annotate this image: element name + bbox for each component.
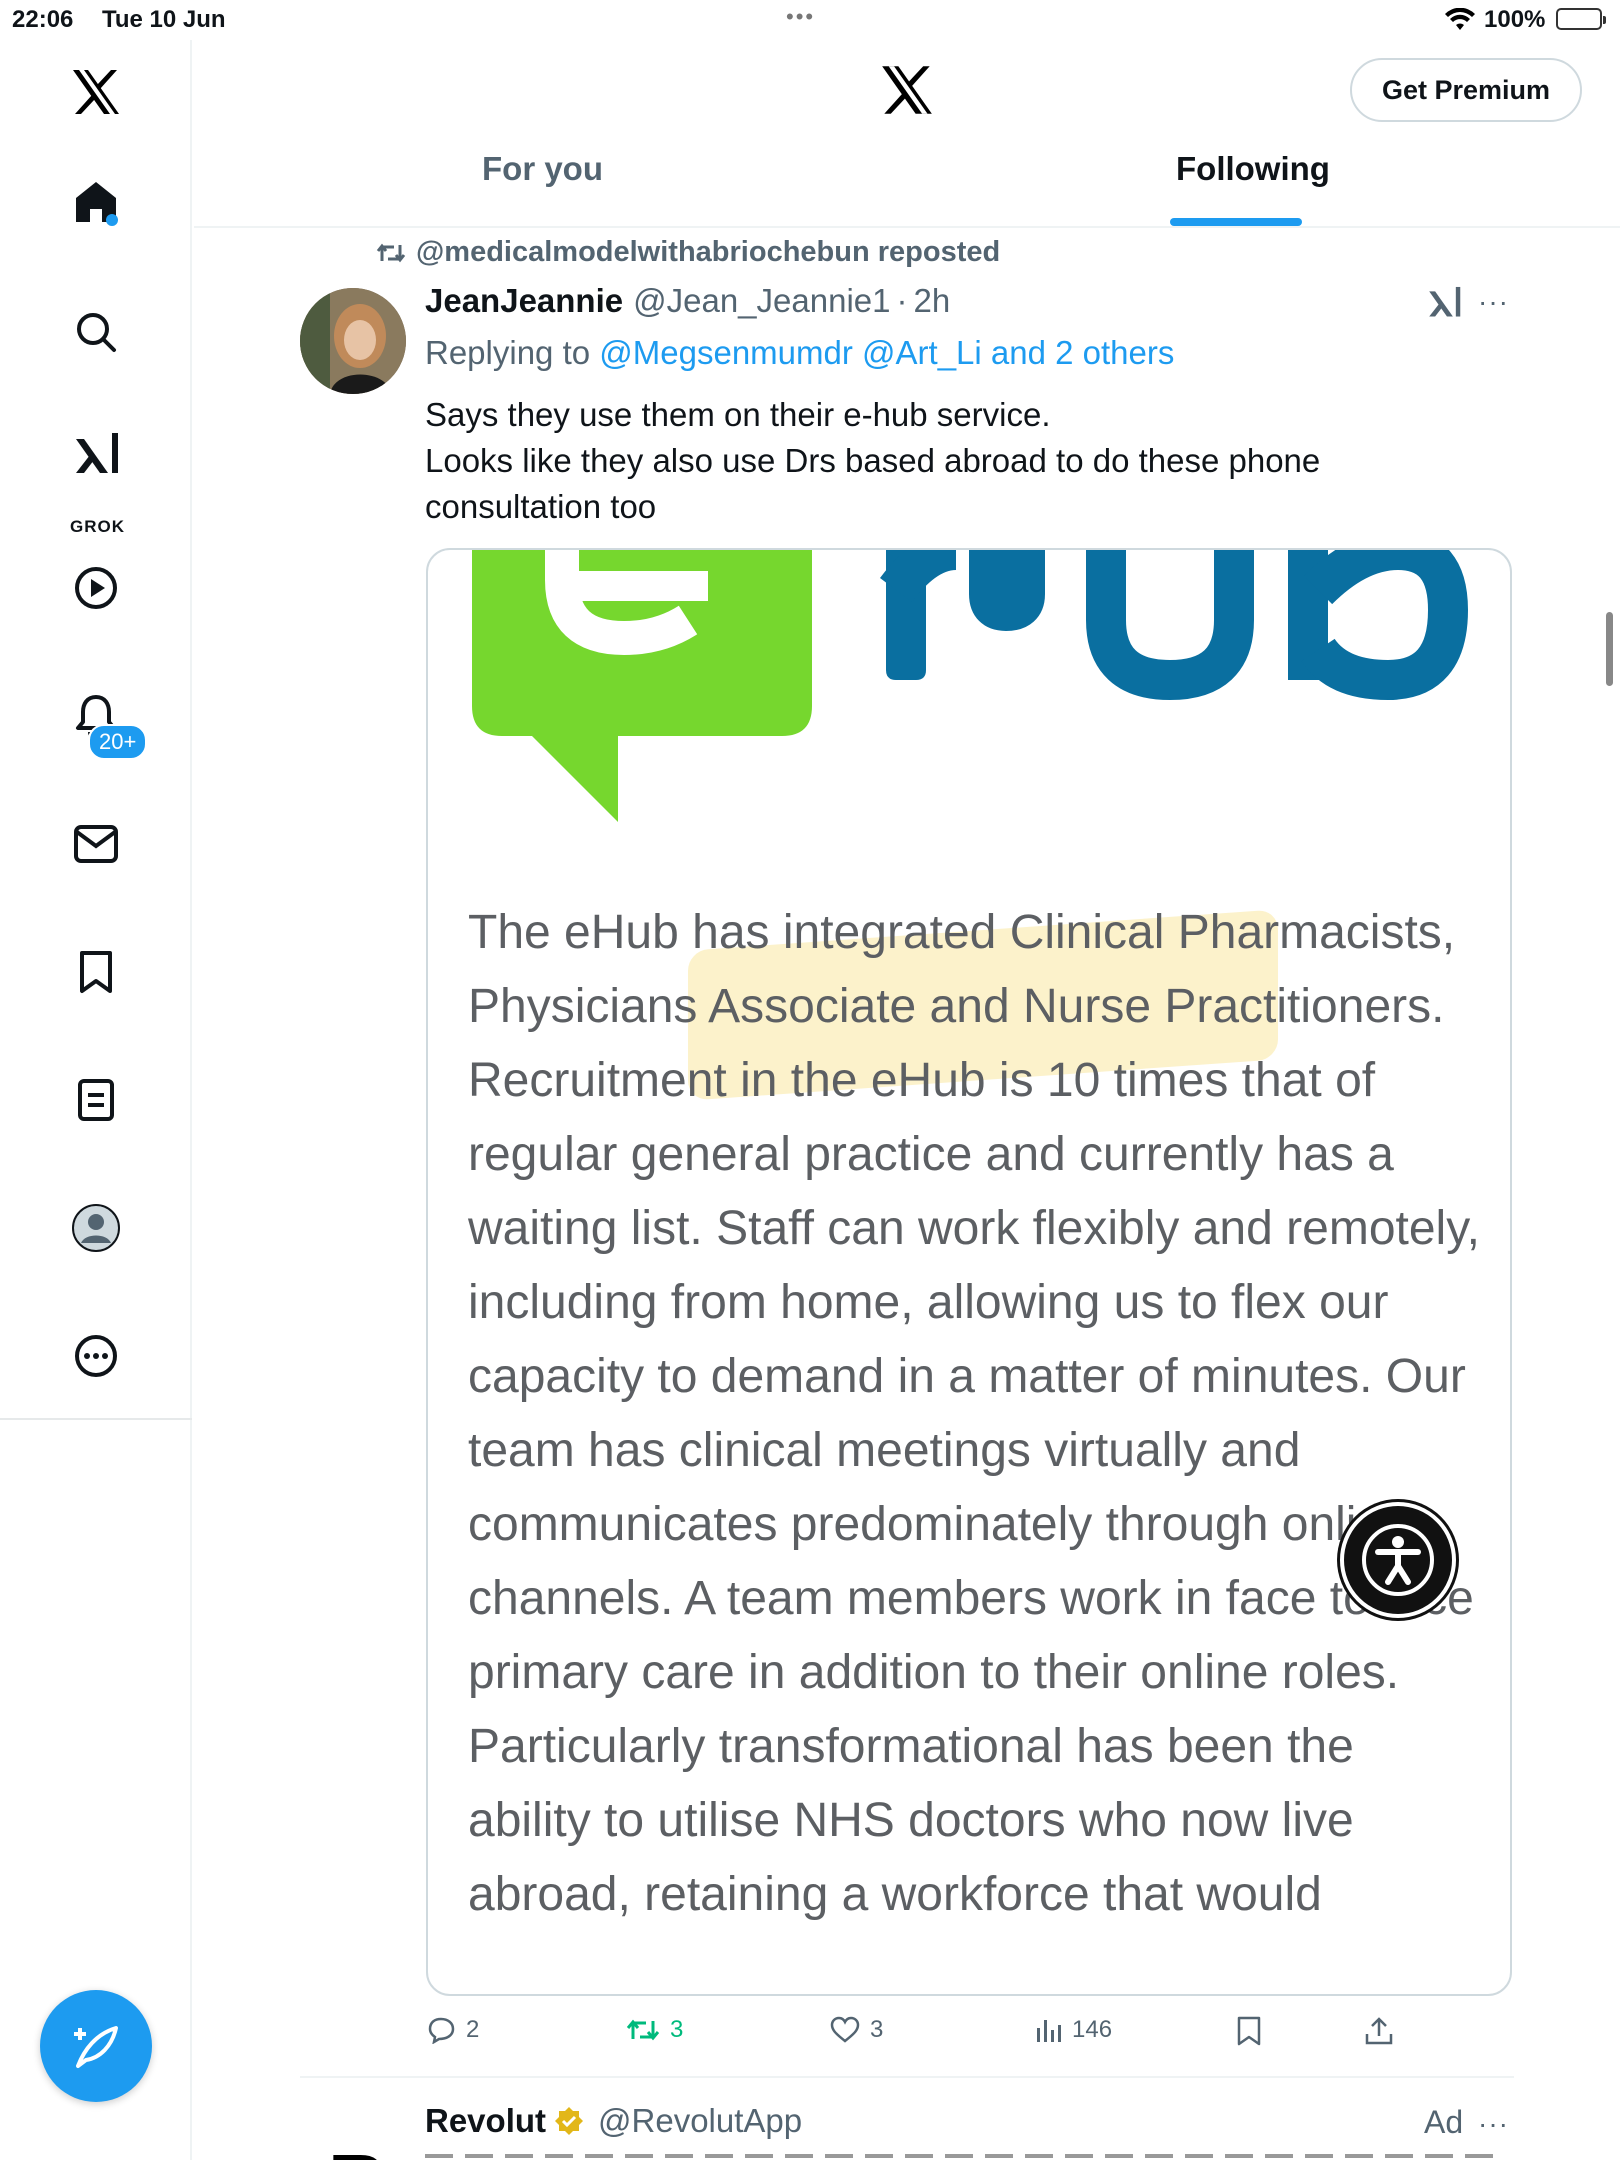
repost-button[interactable]: 3 bbox=[626, 2016, 683, 2044]
bookmarks-icon[interactable] bbox=[60, 936, 132, 1008]
verified-gold-icon bbox=[555, 2107, 584, 2135]
ad-label: Ad bbox=[1424, 2104, 1464, 2140]
views-button[interactable]: 146 bbox=[1034, 2016, 1112, 2044]
x-logo-icon[interactable] bbox=[880, 64, 934, 121]
multitasking-dots[interactable]: ••• bbox=[786, 4, 815, 30]
lists-icon[interactable] bbox=[60, 1064, 132, 1136]
active-tab-indicator bbox=[1170, 218, 1302, 226]
grok-label: GROK bbox=[70, 517, 125, 536]
home-icon[interactable] bbox=[60, 166, 132, 238]
tweet-author-line: JeanJeannie @Jean_Jeannie1 · 2h bbox=[425, 282, 950, 320]
like-button[interactable]: 3 bbox=[830, 2016, 883, 2044]
media-paragraph: The eHub has integrated Clinical Pharmac… bbox=[468, 906, 1480, 1921]
scrollbar[interactable] bbox=[1606, 612, 1613, 686]
tweet-media-image[interactable]: The eHub has integrated Clinical Pharmac… bbox=[426, 548, 1512, 1996]
sidebar: GROK 20+ bbox=[0, 40, 192, 2160]
author-name[interactable]: Revolut bbox=[425, 2102, 546, 2140]
accessibility-icon bbox=[1362, 1524, 1434, 1596]
accessibility-button[interactable] bbox=[1340, 1502, 1456, 1618]
reply-button[interactable]: 2 bbox=[426, 2016, 479, 2044]
avatar[interactable] bbox=[300, 288, 406, 394]
author-handle[interactable]: @Jean_Jeannie1 bbox=[633, 282, 890, 320]
status-bar: 22:06 Tue 10 Jun ••• 100% bbox=[0, 0, 1620, 40]
status-date: Tue 10 Jun bbox=[102, 6, 226, 33]
compose-button[interactable] bbox=[40, 1990, 152, 2102]
bookmark-icon bbox=[1237, 2016, 1261, 2046]
repost-count: 3 bbox=[670, 2016, 684, 2043]
share-button[interactable] bbox=[1364, 2016, 1394, 2046]
tweet-divider bbox=[300, 2076, 1514, 2078]
avatar[interactable]: R bbox=[300, 2130, 406, 2160]
ehub-logo bbox=[472, 550, 1469, 822]
grok-explain-icon[interactable] bbox=[1426, 284, 1462, 323]
compose-icon bbox=[74, 2026, 118, 2068]
repost-context: @medicalmodelwithabriochebun reposted bbox=[376, 236, 1000, 269]
author-handle[interactable]: @RevolutApp bbox=[598, 2102, 802, 2140]
replying-prefix: Replying to bbox=[425, 334, 591, 371]
more-icon[interactable] bbox=[60, 1320, 132, 1392]
home-notification-dot bbox=[106, 214, 118, 226]
tweet-author-line: Revolut @RevolutApp bbox=[425, 2102, 802, 2140]
like-count: 3 bbox=[870, 2016, 884, 2043]
tweet-text-line: Looks like they also use Drs based abroa… bbox=[425, 442, 1321, 525]
separator: · bbox=[896, 282, 908, 319]
battery-icon bbox=[1556, 8, 1606, 30]
video-icon[interactable] bbox=[60, 552, 132, 624]
timeline-header: Get Premium For you Following bbox=[194, 40, 1620, 228]
tweet-time[interactable]: 2h bbox=[914, 282, 951, 320]
replying-to: Replying to @Megsenmumdr @Art_Li and 2 o… bbox=[425, 334, 1174, 372]
tweet-more-icon[interactable]: ··· bbox=[1478, 286, 1509, 318]
messages-icon[interactable] bbox=[60, 808, 132, 880]
repost-icon bbox=[376, 243, 406, 262]
author-name[interactable]: JeanJeannie bbox=[425, 282, 623, 320]
tweet-more-icon[interactable]: ··· bbox=[1478, 2108, 1509, 2140]
grok-icon[interactable] bbox=[60, 416, 132, 488]
tweet-actions: 2 3 3 146 bbox=[426, 2016, 1426, 2056]
views-count: 146 bbox=[1072, 2016, 1113, 2043]
reply-icon bbox=[428, 2017, 455, 2044]
notifications-badge: 20+ bbox=[88, 724, 148, 760]
status-time: 22:06 bbox=[12, 6, 74, 33]
share-icon bbox=[1365, 2017, 1393, 2045]
reply-count: 2 bbox=[466, 2016, 480, 2043]
tab-for-you[interactable]: For you bbox=[482, 150, 603, 188]
search-icon[interactable] bbox=[60, 296, 132, 368]
get-premium-button[interactable]: Get Premium bbox=[1350, 58, 1582, 122]
x-logo-icon[interactable] bbox=[60, 56, 132, 128]
tab-following[interactable]: Following bbox=[1176, 150, 1330, 188]
sidebar-divider bbox=[0, 1418, 192, 1420]
repost-icon bbox=[626, 2019, 660, 2041]
views-icon bbox=[1037, 2020, 1061, 2042]
tweet-text-preview bbox=[425, 2150, 1505, 2160]
battery-percent: 100% bbox=[1484, 6, 1546, 33]
tweet-text-line: Says they use them on their e-hub servic… bbox=[425, 396, 1051, 433]
bookmark-button[interactable] bbox=[1236, 2016, 1262, 2046]
heart-icon bbox=[830, 2016, 860, 2043]
wifi-icon bbox=[1444, 7, 1476, 39]
replying-targets[interactable]: @Megsenmumdr @Art_Li and 2 others bbox=[599, 334, 1174, 371]
profile-icon[interactable] bbox=[60, 1192, 132, 1264]
tweet-text: Says they use them on their e-hub servic… bbox=[425, 392, 1385, 530]
repost-text[interactable]: @medicalmodelwithabriochebun reposted bbox=[416, 236, 1000, 269]
